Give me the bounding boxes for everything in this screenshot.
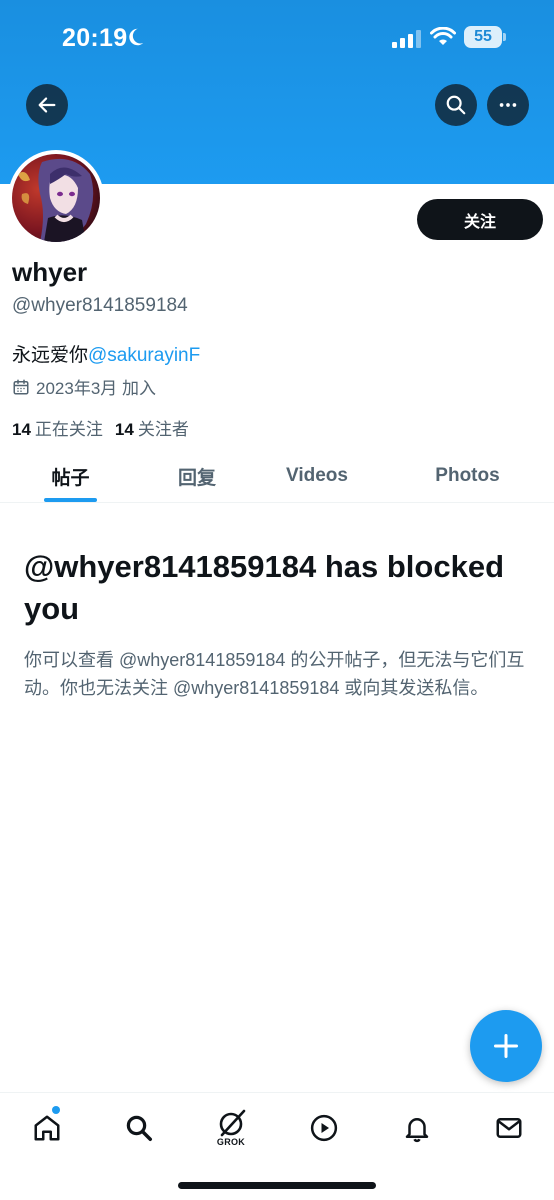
active-tab-indicator <box>44 498 97 502</box>
cellular-signal-icon <box>392 30 421 48</box>
plus-icon <box>493 1033 519 1059</box>
grok-icon <box>219 1109 246 1137</box>
followers-stat[interactable]: 14 关注者 <box>115 415 189 440</box>
avatar-image <box>12 154 100 242</box>
followers-label: 关注者 <box>137 420 189 439</box>
nav-video[interactable] <box>299 1107 349 1149</box>
follow-button[interactable]: 关注 <box>417 199 543 240</box>
battery-indicator: 55 <box>464 26 506 48</box>
bio-mention-link[interactable]: @sakurayinF <box>88 345 200 366</box>
back-button[interactable] <box>26 84 68 126</box>
joined-text: 2023年3月 加入 <box>36 379 156 398</box>
tab-posts[interactable]: 帖子 <box>0 450 141 502</box>
do-not-disturb-moon-icon <box>129 28 144 46</box>
search-profile-button[interactable] <box>435 84 477 126</box>
grok-label: GROK <box>216 1137 246 1147</box>
compose-post-button[interactable] <box>470 1010 542 1082</box>
notification-dot <box>52 1106 60 1114</box>
arrow-left-icon <box>38 97 56 113</box>
following-count: 14 <box>12 420 31 439</box>
user-handle: @whyer8141859184 <box>12 295 188 316</box>
nav-home[interactable] <box>22 1106 72 1149</box>
nav-search[interactable] <box>114 1107 164 1149</box>
nav-notifications[interactable] <box>392 1107 442 1149</box>
tab-replies[interactable]: 回复 <box>141 450 253 502</box>
calendar-icon <box>13 379 29 394</box>
search-icon <box>446 95 466 115</box>
joined-date: 2023年3月 加入 <box>12 374 156 399</box>
video-play-icon <box>310 1114 338 1142</box>
nav-grok[interactable]: GROK <box>206 1107 256 1149</box>
tab-photos[interactable]: Photos <box>381 450 554 502</box>
more-dots-icon <box>499 103 517 107</box>
tab-videos[interactable]: Videos <box>253 450 381 502</box>
wifi-icon <box>430 27 456 45</box>
more-options-button[interactable] <box>487 84 529 126</box>
blocked-title: @whyer8141859184 has blocked you <box>24 549 505 626</box>
notifications-bell-icon <box>405 1118 429 1143</box>
profile-bio: 永远爱你@sakurayinF <box>12 340 200 367</box>
messages-mail-icon <box>496 1118 522 1138</box>
battery-cap <box>503 33 506 41</box>
following-stat[interactable]: 14 正在关注 <box>12 415 103 440</box>
following-label: 正在关注 <box>34 420 103 439</box>
profile-tabs: 帖子 回复 Videos Photos <box>0 450 554 503</box>
status-bar: 20:19 55 <box>0 0 554 76</box>
profile-avatar[interactable] <box>8 150 104 246</box>
status-time: 20:19 <box>62 24 128 52</box>
home-indicator-bar <box>178 1182 376 1189</box>
display-name: whyer <box>12 257 88 287</box>
home-icon <box>34 1115 60 1141</box>
follow-stats: 14 正在关注 14 关注者 <box>12 415 189 440</box>
blocked-description: 你可以查看 @whyer8141859184 的公开帖子，但无法与它们互动。你也… <box>24 650 525 698</box>
search-icon <box>126 1115 152 1141</box>
bio-text: 永远爱你 <box>12 345 89 366</box>
followers-count: 14 <box>114 420 134 439</box>
battery-level: 55 <box>464 26 502 48</box>
nav-messages[interactable] <box>484 1107 534 1149</box>
